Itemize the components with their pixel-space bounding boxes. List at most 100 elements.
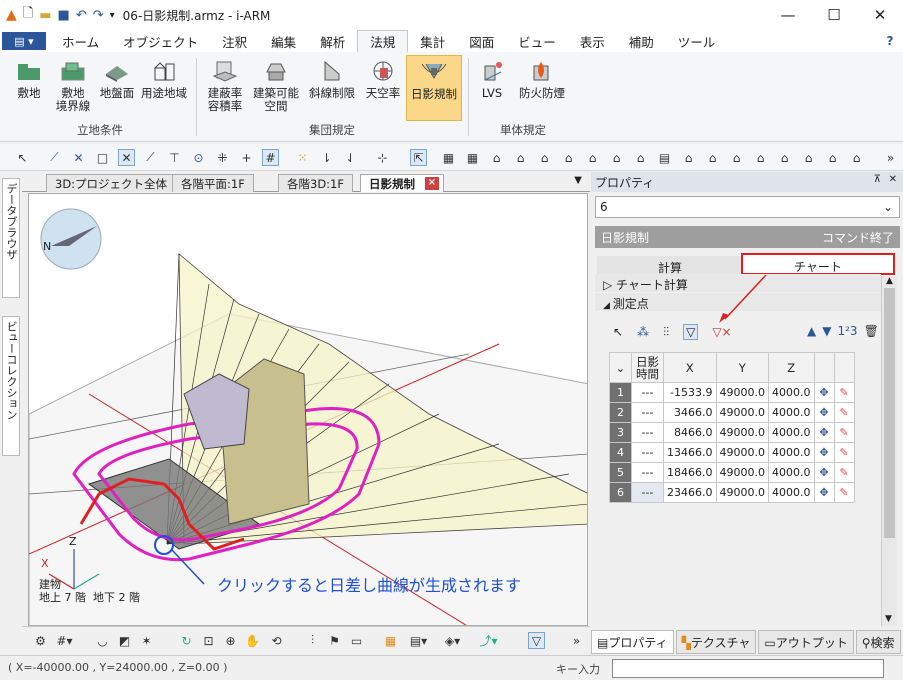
ground-surface-button[interactable]: 地盤面 [96, 58, 138, 100]
snap-perpendicular-icon[interactable]: ⊤ [166, 149, 183, 166]
layer-icon[interactable]: ▦ [382, 632, 399, 649]
eraser-icon[interactable]: ✎ [833, 462, 855, 483]
grid-snap-icon[interactable]: # [262, 149, 279, 166]
3d-viewport[interactable]: N Z X 建物 地上 7 階 地下 2 階 クリックすると日差し曲線が生成され… [28, 193, 588, 626]
snap-step1-icon[interactable]: ⇂ [318, 149, 335, 166]
tab-tally[interactable]: 集計 [408, 30, 457, 52]
rotate-view-icon[interactable]: ⟲ [268, 632, 285, 649]
save-icon[interactable]: ■ [58, 8, 70, 23]
table-row[interactable]: 3 --- 8466.0 49000.0 4000.0 ✥ ✎ [609, 422, 855, 443]
filter-slab-icon[interactable]: ⌂ [512, 149, 529, 166]
filter-furniture-icon[interactable]: ▤ [656, 149, 673, 166]
tab-view[interactable]: ビュー [506, 30, 568, 52]
cell-x[interactable]: 18466.0 [663, 462, 717, 483]
cell-time[interactable]: --- [631, 402, 664, 423]
orbit-settings-icon[interactable]: ⚙ [32, 632, 49, 649]
tab-properties[interactable]: ▤プロパティ [591, 630, 674, 654]
cell-time[interactable]: --- [631, 462, 664, 483]
help-icon[interactable]: ? [877, 30, 903, 52]
zoom-icon[interactable]: ⊕ [222, 632, 239, 649]
filter-wall-icon[interactable]: ▦ [440, 149, 457, 166]
object-select-icon[interactable]: ⇱ [410, 149, 427, 166]
cell-x[interactable]: 3466.0 [663, 402, 717, 423]
doc-tab-floor-plan-1f[interactable]: 各階平面:1F [172, 174, 254, 192]
move-down-icon[interactable]: ▼ [822, 324, 831, 338]
maximize-button[interactable]: ☐ [811, 6, 857, 24]
filter-image-icon[interactable]: ⌂ [848, 149, 865, 166]
open-folder-icon[interactable]: ▬ [39, 8, 51, 23]
view-eye-icon[interactable]: ◡ [94, 632, 111, 649]
redo-icon[interactable]: ↷ [93, 8, 104, 23]
eraser-icon[interactable]: ✎ [833, 422, 855, 443]
cell-time[interactable]: --- [631, 442, 664, 463]
quick-access-dropdown-icon[interactable]: ▾ [110, 10, 115, 21]
table-row[interactable]: 2 --- 3466.0 49000.0 4000.0 ✥ ✎ [609, 402, 855, 423]
zoning-button[interactable]: 用途地域 [138, 58, 190, 100]
tab-chart[interactable]: チャート [741, 253, 895, 275]
add-point-icon[interactable]: ⁂ [637, 325, 649, 339]
tab-edit[interactable]: 編集 [259, 30, 308, 52]
measure-icon[interactable]: ⫶ [304, 632, 321, 649]
tab-data-browser[interactable]: データブラウザ [2, 178, 20, 298]
path-icon[interactable]: ⤴▾ [479, 632, 497, 649]
coverage-ratio-button[interactable]: 建蔽率 容積率 [202, 58, 248, 113]
shadow-view-icon[interactable]: ▽ [528, 632, 545, 649]
filter-beam-icon[interactable]: ⌂ [488, 149, 505, 166]
scroll-down-icon[interactable]: ▼ [885, 614, 892, 624]
filter-equipment-icon[interactable]: ⌂ [680, 149, 697, 166]
grid-dots-icon[interactable]: ⁙ [294, 149, 311, 166]
shading-icon[interactable]: ◩ [116, 632, 133, 649]
table-row[interactable]: 4 --- 13466.0 49000.0 4000.0 ✥ ✎ [609, 442, 855, 463]
filter-column-icon[interactable]: ▦ [464, 149, 481, 166]
tab-analysis[interactable]: 解析 [308, 30, 357, 52]
shadow-regulation-button[interactable]: 日影規制 [406, 55, 462, 121]
move-point-icon[interactable]: ✥ [813, 402, 835, 423]
trash-icon[interactable]: 🗑 [864, 324, 879, 338]
snap-point-icon[interactable]: ⁜ [214, 149, 231, 166]
tab-list-dropdown-icon[interactable]: ▼ [574, 175, 582, 186]
scrollbar-thumb[interactable] [884, 288, 895, 538]
move-point-icon[interactable]: ✥ [813, 442, 835, 463]
select-pointer-icon[interactable]: ↖ [613, 325, 623, 339]
grid-display-icon[interactable]: #▾ [56, 632, 73, 649]
eraser-icon[interactable]: ✎ [833, 442, 855, 463]
sheet-icon[interactable]: ▤▾ [410, 632, 427, 649]
object-select-dropdown[interactable]: 6 ⌄ [595, 196, 900, 218]
eraser-icon[interactable]: ✎ [833, 482, 855, 503]
panel-scrollbar[interactable]: ▲ ▼ [881, 276, 897, 626]
zoom-extents-icon[interactable]: ⊡ [200, 632, 217, 649]
cell-time[interactable]: --- [631, 382, 664, 403]
snap-intersect-icon[interactable]: ✕ [70, 149, 87, 166]
tab-regulation[interactable]: 法規 [357, 30, 409, 52]
pan-hand-icon[interactable]: ✋ [244, 632, 261, 649]
filter-room-icon[interactable]: ⌂ [632, 149, 649, 166]
filter-window-icon[interactable]: ⌂ [584, 149, 601, 166]
tab-home[interactable]: ホーム [50, 30, 111, 52]
viewport-toolbar-overflow-icon[interactable]: » [568, 632, 585, 649]
move-point-icon[interactable]: ✥ [813, 482, 835, 503]
cell-time[interactable]: --- [631, 422, 664, 443]
shadow-chart-icon[interactable]: ▽ [683, 324, 699, 340]
lvs-button[interactable]: LVS [476, 58, 508, 100]
cell-y[interactable]: 49000.0 [715, 442, 769, 463]
filter-roof-icon[interactable]: ⌂ [536, 149, 553, 166]
filter-dim-icon[interactable]: ⌂ [752, 149, 769, 166]
filter-stair-icon[interactable]: ⌂ [608, 149, 625, 166]
tab-assist[interactable]: 補助 [617, 30, 666, 52]
point-sequence-icon[interactable]: ⫶⫶ [663, 325, 669, 340]
delete-chart-icon[interactable]: ▽× [712, 325, 731, 339]
filter-hatch-icon[interactable]: ⌂ [824, 149, 841, 166]
cell-z[interactable]: 4000.0 [768, 382, 815, 403]
cell-x[interactable]: -1533.9 [663, 382, 717, 403]
key-input-field[interactable] [612, 659, 884, 678]
doc-tab-floor-3d-1f[interactable]: 各階3D:1F [278, 174, 353, 192]
cell-x[interactable]: 13466.0 [663, 442, 717, 463]
snap-square-icon[interactable]: □ [94, 149, 111, 166]
panel-pin-icon[interactable]: ⊼ [874, 174, 881, 185]
filter-mass-icon[interactable]: ⌂ [704, 149, 721, 166]
site-button[interactable]: 敷地 [10, 58, 48, 100]
cell-z[interactable]: 4000.0 [768, 402, 815, 423]
tab-tools[interactable]: ツール [666, 30, 728, 52]
refresh-icon[interactable]: ↻ [178, 632, 195, 649]
cell-x[interactable]: 23466.0 [663, 482, 717, 503]
